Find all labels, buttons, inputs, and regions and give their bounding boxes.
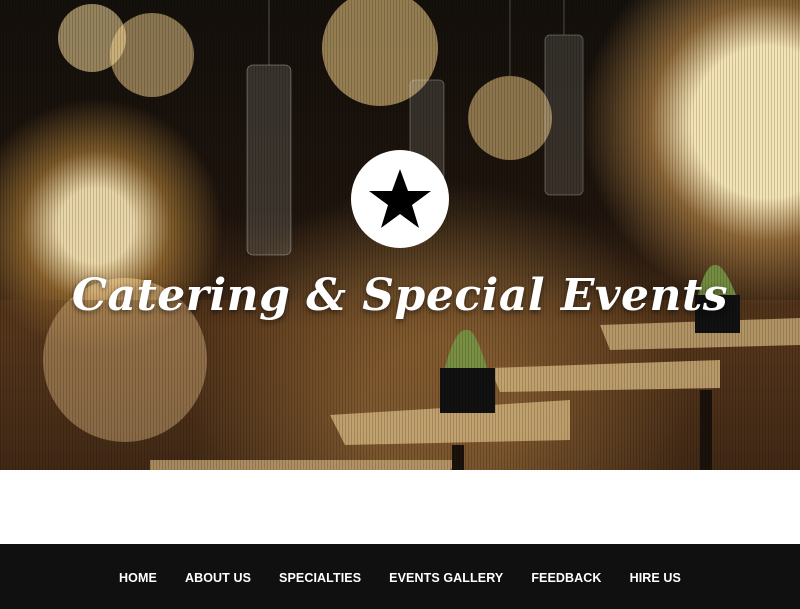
white-spacer bbox=[0, 470, 800, 544]
nav-item-feedback: FEEDBACK bbox=[517, 567, 615, 586]
nav-link-home[interactable]: HOME bbox=[119, 571, 157, 585]
nav-link-specialties[interactable]: SPECIALTIES bbox=[279, 571, 361, 585]
nav-link-hire-us[interactable]: HIRE US bbox=[630, 571, 681, 585]
nav-item-specialties: SPECIALTIES bbox=[265, 567, 375, 586]
nav-item-about-us: ABOUT US bbox=[171, 567, 265, 586]
nav-item-hire-us: HIRE US bbox=[616, 567, 695, 586]
nav-link-about-us[interactable]: ABOUT US bbox=[185, 571, 251, 585]
hero-banner: Catering & Special Events bbox=[0, 0, 800, 470]
star-emblem bbox=[351, 150, 449, 248]
star-icon bbox=[369, 169, 431, 228]
hero-title: Catering & Special Events bbox=[71, 270, 729, 321]
nav-link-feedback[interactable]: FEEDBACK bbox=[531, 571, 601, 585]
nav-item-events-gallery: EVENTS GALLERY bbox=[375, 567, 517, 586]
nav-link-events-gallery[interactable]: EVENTS GALLERY bbox=[389, 571, 503, 585]
main-navigation: HOME ABOUT US SPECIALTIES EVENTS GALLERY… bbox=[0, 544, 800, 609]
nav-list: HOME ABOUT US SPECIALTIES EVENTS GALLERY… bbox=[0, 544, 800, 609]
nav-item-home: HOME bbox=[105, 567, 171, 586]
